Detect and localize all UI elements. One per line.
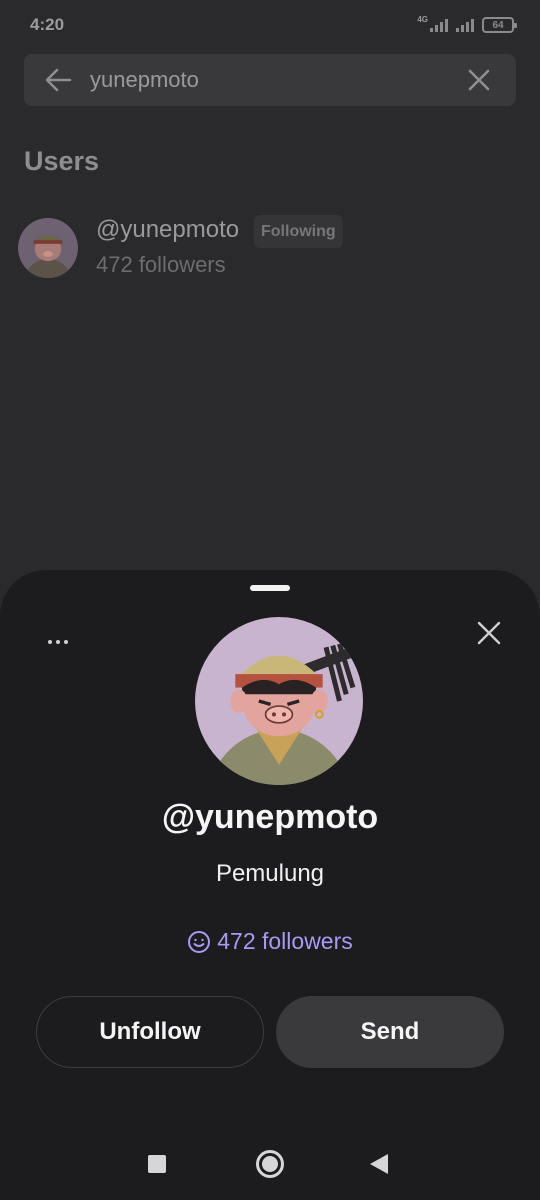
- following-badge: Following: [254, 215, 343, 248]
- more-options-icon[interactable]: [48, 632, 74, 652]
- send-button[interactable]: Send: [276, 996, 504, 1068]
- close-icon[interactable]: [468, 69, 490, 91]
- smile-icon: [188, 930, 211, 953]
- search-input[interactable]: [90, 54, 460, 106]
- arrow-left-icon[interactable]: [44, 67, 72, 93]
- unfollow-button[interactable]: Unfollow: [36, 996, 264, 1068]
- status-icons: 4G 64: [417, 14, 517, 36]
- section-title: Users: [24, 146, 100, 176]
- back-icon[interactable]: [370, 1154, 388, 1174]
- profile-bottom-sheet: @yunepmoto Pemulung 472 followers Unfoll…: [0, 570, 540, 1200]
- drag-handle[interactable]: [250, 585, 290, 591]
- home-icon[interactable]: [256, 1150, 284, 1178]
- profile-avatar: [195, 617, 363, 785]
- signal-icon-2: [456, 18, 474, 32]
- battery-icon: 64: [482, 17, 517, 33]
- recent-apps-icon[interactable]: [148, 1155, 166, 1173]
- profile-followers-label: 472 followers: [217, 928, 353, 954]
- avatar: [18, 218, 78, 278]
- system-nav-bar: [0, 1130, 540, 1200]
- close-icon[interactable]: [476, 620, 502, 646]
- network-type: 4G: [417, 14, 428, 24]
- status-bar: 4:20 4G 64: [0, 0, 540, 52]
- user-result-row[interactable]: @yunepmoto Following 472 followers: [18, 210, 518, 286]
- signal-icon: [430, 18, 448, 32]
- search-bar: [24, 54, 516, 106]
- profile-handle: @yunepmoto: [161, 798, 379, 836]
- status-time: 4:20: [30, 15, 65, 34]
- result-handle: @yunepmoto: [96, 216, 240, 243]
- profile-bio: Pemulung: [215, 860, 325, 887]
- result-followers: 472 followers: [96, 252, 226, 277]
- profile-followers[interactable]: 472 followers: [0, 928, 540, 955]
- battery-level: 64: [492, 19, 504, 31]
